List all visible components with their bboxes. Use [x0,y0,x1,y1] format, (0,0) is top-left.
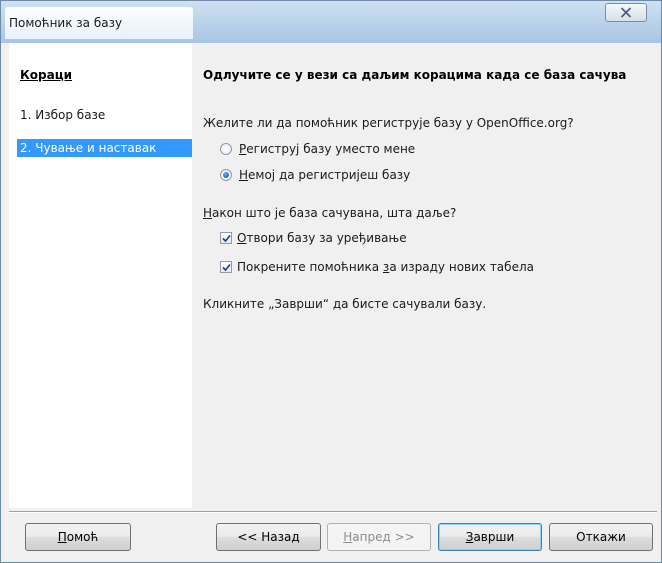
radio-register-no[interactable] [220,169,232,181]
steps-panel: Кораци 1. Избор базе 2. Чување и настава… [9,43,192,508]
finish-button[interactable]: Заврши [438,523,542,551]
database-wizard-window: Помоћник за базу Кораци 1. Избор базе 2.… [0,0,662,563]
checkbox-create-tables[interactable] [220,261,232,273]
step-save-and-proceed[interactable]: 2. Чување и наставак [17,139,192,157]
checkbox-open-for-editing[interactable] [220,232,232,244]
page-title: Одлучите се у вези са даљим корацима кад… [203,68,627,82]
open-for-editing-label: Отвори базу за уређивање [237,231,407,245]
help-button[interactable]: Помоћ [25,523,131,551]
register-no-label: Немој да регистријеш базу [239,168,411,182]
radio-register-yes[interactable] [220,143,232,155]
register-yes-label: Региструј базу уместо мене [239,142,416,156]
open-for-editing-option[interactable]: Отвори базу за уређивање [220,230,407,246]
next-button[interactable]: Напред >> [327,523,431,551]
close-button[interactable] [605,3,647,22]
button-separator [9,511,657,513]
create-tables-label: Покрените помоћника за израду нових табе… [237,260,534,274]
close-icon [620,7,632,18]
steps-heading: Кораци [20,68,73,82]
register-question: Желите ли да помоћник региструје базу у … [203,116,574,130]
title-bar: Помоћник за базу [1,1,661,43]
main-panel: Одлучите се у вези са даљим корацима кад… [192,43,656,508]
create-tables-option[interactable]: Покрените помоћника за израду нових табе… [220,259,534,275]
checkmark-icon [222,234,231,243]
register-yes-option[interactable]: Региструј базу уместо мене [220,141,415,157]
after-save-question: Након што је база сачувана, шта даље? [203,206,457,220]
window-title: Помоћник за базу [9,16,123,30]
finish-hint: Кликните „Заврши“ да бисте сачували базу… [203,297,487,311]
back-button[interactable]: << Наза д [216,523,321,551]
checkmark-icon [222,263,231,272]
cancel-button[interactable]: Откажи [549,523,653,551]
register-no-option[interactable]: Немој да регистријеш базу [220,167,410,183]
step-choose-database[interactable]: 1. Избор базе [17,106,192,124]
